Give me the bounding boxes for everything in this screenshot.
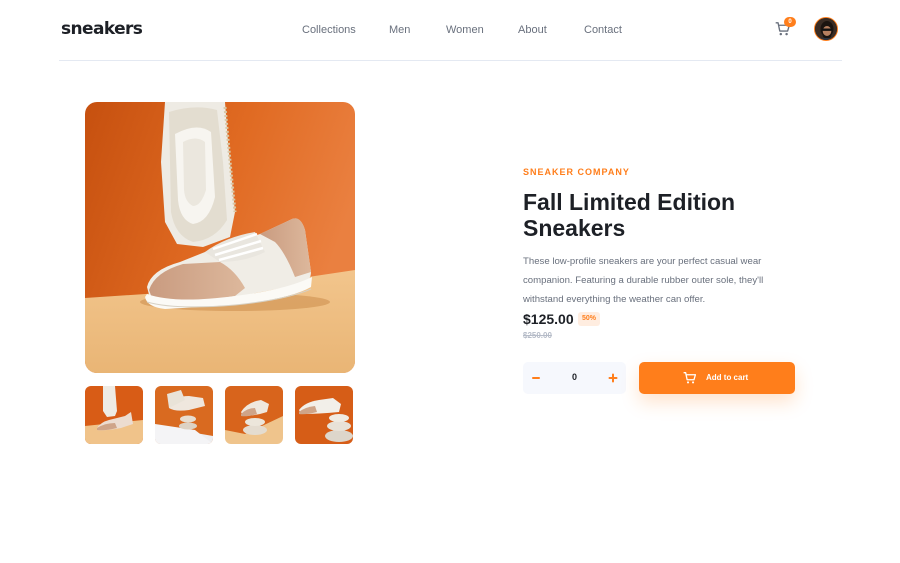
thumbnail-4[interactable] (295, 386, 353, 444)
nav-about[interactable]: About (518, 24, 547, 36)
nav-contact[interactable]: Contact (584, 24, 622, 36)
current-price: $125.00 (523, 311, 574, 327)
increase-quantity-button[interactable] (606, 370, 620, 386)
company-name: SNEAKER COMPANY (523, 167, 630, 177)
sneaker-photo (85, 102, 355, 373)
quantity-stepper: 0 (523, 362, 626, 394)
product-description: These low-profile sneakers are your perf… (523, 256, 764, 305)
nav-collections[interactable]: Collections (302, 24, 356, 36)
nav-women[interactable]: Women (446, 24, 484, 36)
add-to-cart-label: Add to cart (706, 373, 749, 382)
user-avatar[interactable] (814, 17, 838, 41)
thumbnail-image (225, 386, 283, 444)
main-nav: Collections Men Women About Contact (59, 24, 842, 38)
thumbnail-image (295, 386, 353, 444)
thumbnail-3[interactable] (225, 386, 283, 444)
plus-icon (608, 373, 618, 383)
main-product-image[interactable] (85, 102, 355, 373)
thumbnail-image (85, 386, 143, 444)
site-header: sneakers Collections Men Women About Con… (59, 0, 842, 61)
add-to-cart-button[interactable]: Add to cart (639, 362, 795, 394)
thumbnail-image (155, 386, 213, 444)
original-price: $250.00 (523, 331, 552, 340)
thumbnail-1[interactable] (85, 386, 143, 444)
discount-badge: 50% (578, 312, 601, 326)
cart-button[interactable]: 0 (774, 17, 796, 39)
thumbnail-2[interactable] (155, 386, 213, 444)
nav-men[interactable]: Men (389, 24, 410, 36)
cart-icon (683, 372, 696, 384)
cart-count-badge: 0 (784, 17, 796, 27)
product-title: Fall Limited Edition Sneakers (523, 189, 736, 241)
